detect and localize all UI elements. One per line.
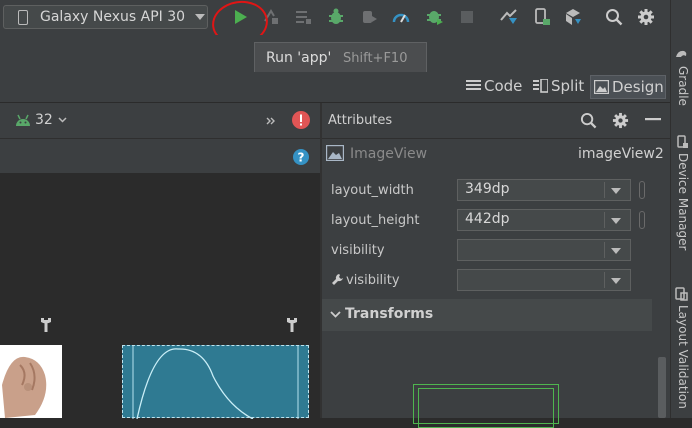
settings-icon[interactable]	[637, 8, 655, 26]
attr-label-layout-height: layout_height	[331, 213, 420, 228]
image-preview[interactable]	[0, 345, 62, 418]
tooltip-title: Run 'app'	[266, 50, 332, 66]
component-type: ImageView	[350, 146, 428, 162]
combo-separator	[604, 242, 605, 258]
error-icon[interactable]	[292, 111, 310, 129]
transforms-title: Transforms	[345, 306, 434, 322]
design-canvas[interactable]	[0, 173, 320, 420]
device-manager-icon[interactable]	[675, 135, 688, 149]
image-icon	[326, 145, 344, 161]
visibility-combo[interactable]	[457, 239, 631, 261]
attributes-header: Attributes	[322, 103, 670, 139]
search-icon[interactable]	[605, 8, 623, 26]
design-toolbar: 32	[0, 103, 320, 139]
device-manager-tab[interactable]: Device Manager	[676, 153, 690, 250]
code-lines-icon	[466, 80, 481, 90]
hand-photo	[2, 356, 47, 418]
code-view-label: Code	[484, 77, 523, 95]
layout-height-combo[interactable]: 442dp	[457, 209, 631, 231]
sdk-manager-icon[interactable]	[564, 8, 582, 26]
attach-debugger-icon[interactable]	[360, 8, 378, 26]
component-id[interactable]: imageView2	[578, 146, 664, 162]
run-with-coverage-icon[interactable]	[426, 8, 444, 26]
api-level-label[interactable]: 32	[35, 112, 53, 128]
dropdown-arrow-icon[interactable]	[611, 218, 621, 224]
transforms-section-header[interactable]: Transforms	[322, 299, 652, 331]
combo-separator	[604, 182, 605, 198]
phone-icon	[18, 10, 28, 25]
chevron-down-icon	[195, 14, 205, 20]
layout-validation-tab[interactable]: Layout Validation	[676, 305, 690, 409]
tooltip-shortcut: Shift+F10	[343, 51, 408, 66]
wrench-icon[interactable]	[286, 317, 298, 333]
view-mode-bar: Code Split Design	[0, 72, 670, 103]
wrench-icon[interactable]	[40, 317, 52, 333]
profile-icon[interactable]	[392, 8, 410, 26]
apply-code-changes-icon[interactable]	[294, 8, 312, 26]
help-icon[interactable]: ?	[293, 149, 309, 165]
device-selector[interactable]: Galaxy Nexus API 30	[3, 5, 208, 29]
split-view-icon	[533, 79, 548, 93]
gradle-icon[interactable]	[675, 47, 688, 60]
attributes-scrollbar[interactable]	[658, 357, 666, 418]
chevron-down-icon[interactable]	[58, 117, 67, 123]
stop-icon[interactable]	[458, 8, 476, 26]
attr-label-visibility: visibility	[331, 243, 385, 258]
layout-width-value: 349dp	[465, 181, 510, 197]
minimize-icon[interactable]	[645, 118, 661, 121]
dropdown-arrow-icon[interactable]	[611, 248, 621, 254]
attr-label-tools-visibility: visibility	[346, 273, 400, 288]
attributes-title: Attributes	[328, 113, 393, 128]
more-chevron-icon[interactable]	[266, 117, 276, 125]
image-icon	[594, 80, 609, 94]
resource-picker[interactable]	[639, 181, 645, 199]
layout-validation-icon[interactable]	[675, 287, 688, 301]
run-tooltip: Run 'app' Shift+F10	[254, 42, 427, 74]
design-view-button[interactable]: Design	[590, 75, 666, 99]
settings-icon[interactable]	[612, 112, 629, 129]
search-icon[interactable]	[580, 112, 597, 129]
gradle-tab[interactable]: Gradle	[676, 66, 690, 106]
android-icon[interactable]	[15, 114, 31, 127]
sync-icon[interactable]	[499, 8, 519, 26]
resource-picker[interactable]	[639, 211, 645, 229]
svg-text:?: ?	[298, 151, 305, 165]
split-view-label: Split	[551, 77, 585, 95]
avd-manager-icon[interactable]	[533, 8, 551, 26]
design-view-label: Design	[612, 78, 664, 96]
device-selector-label: Galaxy Nexus API 30	[40, 9, 186, 25]
layout-width-combo[interactable]: 349dp	[457, 179, 631, 201]
dropdown-arrow-icon[interactable]	[611, 188, 621, 194]
split-view-button[interactable]: Split	[530, 75, 588, 99]
attr-label-layout-width: layout_width	[331, 183, 414, 198]
transform-preview-inner-box	[418, 388, 554, 428]
combo-separator	[604, 212, 605, 228]
blueprint-shape	[132, 346, 299, 420]
layout-height-value: 442dp	[465, 211, 510, 227]
debug-icon[interactable]	[327, 8, 345, 26]
tools-visibility-combo[interactable]	[457, 269, 631, 291]
wrench-icon	[332, 274, 343, 285]
design-toolbar-secondary: ?	[0, 139, 320, 173]
dropdown-arrow-icon[interactable]	[611, 278, 621, 284]
combo-separator	[604, 272, 605, 288]
blueprint-preview[interactable]	[122, 345, 309, 420]
chevron-down-icon	[330, 311, 341, 318]
code-view-button[interactable]: Code	[463, 75, 527, 99]
transform-preview-area	[322, 331, 652, 428]
main-toolbar: Galaxy Nexus API 30	[0, 0, 670, 36]
